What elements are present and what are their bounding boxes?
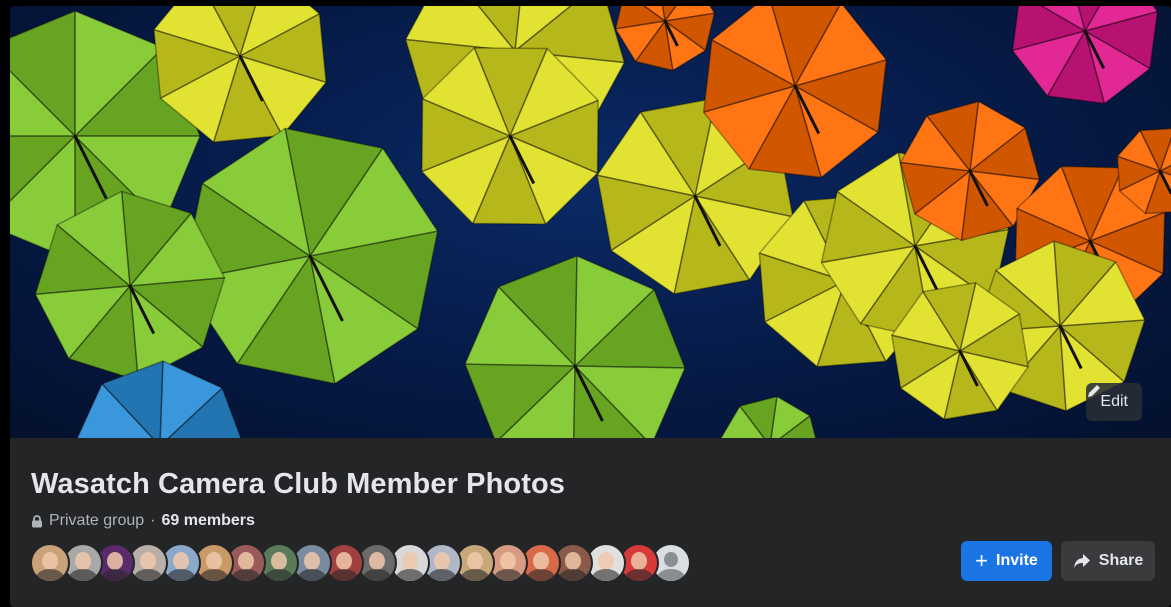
avatar-shoulders bbox=[657, 569, 686, 581]
avatar-face bbox=[140, 552, 157, 570]
umbrella bbox=[720, 395, 817, 438]
avatar-shoulders bbox=[264, 569, 293, 581]
lock-icon bbox=[32, 514, 42, 527]
avatar-shoulders bbox=[559, 569, 588, 581]
avatar-shoulders bbox=[461, 569, 490, 581]
avatar-face bbox=[74, 552, 91, 570]
edit-cover-button[interactable]: Edit bbox=[1086, 383, 1142, 421]
umbrellas-illustration bbox=[10, 6, 1171, 438]
avatar-face bbox=[172, 552, 189, 570]
avatar-shoulders bbox=[36, 569, 64, 581]
meta-separator: · bbox=[150, 512, 156, 529]
members-count[interactable]: 69 members bbox=[162, 512, 255, 530]
avatar-shoulders bbox=[493, 569, 522, 581]
umbrella bbox=[421, 47, 599, 225]
avatar-face bbox=[664, 552, 679, 567]
group-title: Wasatch Camera Club Member Photos bbox=[31, 468, 566, 500]
avatar-face bbox=[270, 552, 287, 570]
avatar-face bbox=[42, 552, 58, 570]
avatar-shoulders bbox=[68, 569, 97, 581]
share-label: Share bbox=[1098, 552, 1144, 569]
cover-photo[interactable]: Edit bbox=[10, 6, 1171, 438]
avatar-shoulders bbox=[591, 569, 620, 581]
avatar-face bbox=[630, 552, 647, 570]
avatar-face bbox=[434, 552, 451, 570]
avatar-face bbox=[565, 552, 582, 570]
avatar-face bbox=[597, 552, 614, 570]
group-meta: Private group · 69 members bbox=[31, 512, 255, 530]
avatar-face bbox=[238, 552, 255, 570]
umbrella bbox=[614, 6, 716, 72]
avatar-shoulders bbox=[330, 569, 359, 581]
avatar-shoulders bbox=[363, 569, 391, 581]
umbrella bbox=[464, 255, 686, 438]
avatar-face bbox=[107, 552, 124, 570]
avatar-face bbox=[467, 552, 484, 570]
umbrella bbox=[181, 127, 439, 385]
member-avatar-1[interactable] bbox=[30, 543, 70, 583]
avatar-face bbox=[532, 552, 549, 570]
invite-label: Invite bbox=[996, 552, 1038, 569]
avatar-shoulders bbox=[395, 569, 424, 581]
umbrella bbox=[76, 360, 242, 438]
privacy-label[interactable]: Private group bbox=[49, 512, 144, 530]
avatar-face bbox=[499, 552, 516, 570]
edit-cover-label: Edit bbox=[1100, 393, 1128, 410]
group-info: Wasatch Camera Club Member Photos Privat… bbox=[10, 438, 1171, 607]
avatar-shoulders bbox=[166, 569, 195, 581]
umbrella bbox=[1011, 6, 1159, 105]
group-header: Edit Wasatch Camera Club Member Photos P… bbox=[10, 6, 1171, 607]
plus-icon: + bbox=[975, 548, 989, 573]
avatar-shoulders bbox=[199, 569, 228, 581]
avatar-shoulders bbox=[101, 569, 130, 581]
avatar-shoulders bbox=[297, 569, 326, 581]
avatar-shoulders bbox=[134, 569, 163, 581]
avatar-shoulders bbox=[428, 569, 457, 581]
avatar-face bbox=[336, 552, 353, 570]
avatar-face bbox=[205, 552, 222, 570]
avatar-face bbox=[369, 552, 385, 570]
avatar-shoulders bbox=[624, 569, 653, 581]
avatar-face bbox=[303, 552, 320, 570]
share-button[interactable]: Share bbox=[1061, 541, 1155, 581]
invite-button[interactable]: + Invite bbox=[961, 541, 1052, 581]
share-arrow-icon bbox=[1073, 554, 1090, 568]
pencil-icon bbox=[1088, 385, 1101, 397]
avatar-face bbox=[401, 552, 418, 570]
avatar-shoulders bbox=[526, 569, 555, 581]
avatar-shoulders bbox=[232, 569, 261, 581]
